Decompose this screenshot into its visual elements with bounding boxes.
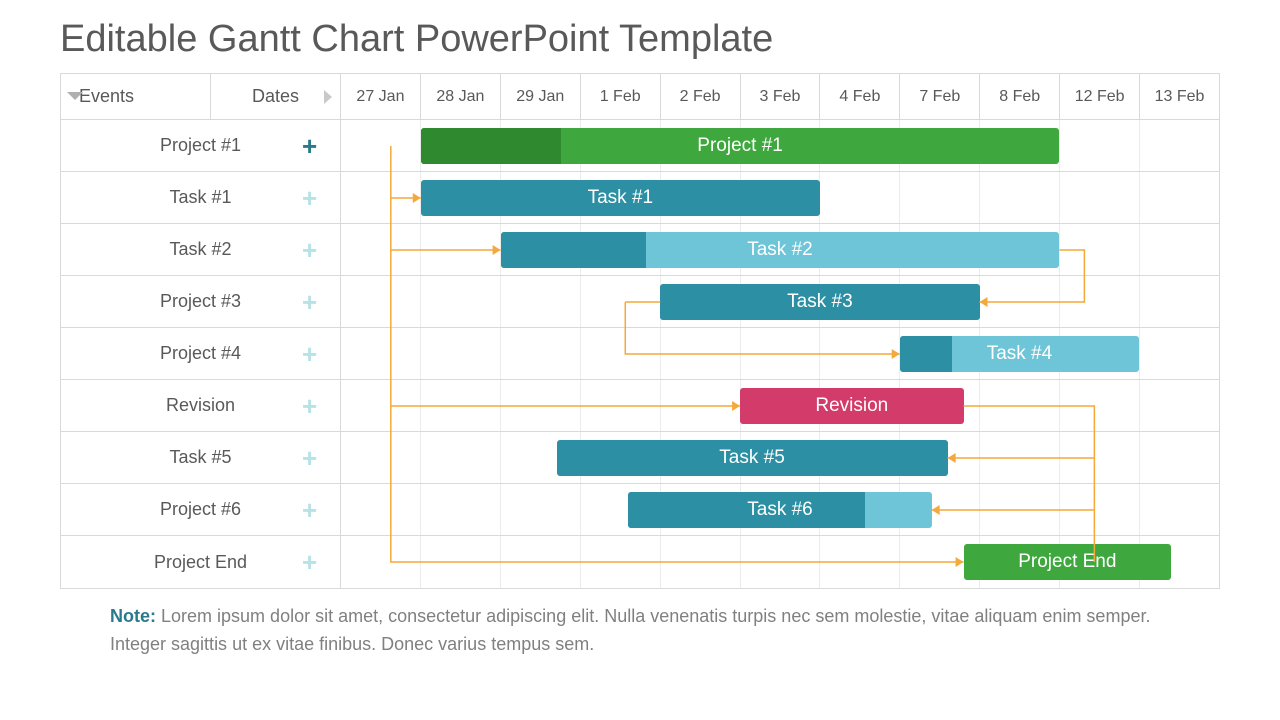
header-col-6: 4 Feb xyxy=(820,74,900,119)
gantt-header: Events Dates 27 Jan28 Jan29 Jan1 Feb2 Fe… xyxy=(61,74,1219,120)
bar-label: Task #5 xyxy=(719,447,784,469)
bar-label: Revision xyxy=(815,395,888,417)
row-label: Project #6+ xyxy=(61,484,341,535)
expand-icon[interactable]: + xyxy=(302,497,330,523)
expand-icon[interactable]: + xyxy=(302,237,330,263)
row-track: Project End xyxy=(341,536,1219,588)
row-name: Project End xyxy=(61,552,340,573)
expand-icon[interactable]: + xyxy=(302,341,330,367)
footer-note: Note: Lorem ipsum dolor sit amet, consec… xyxy=(110,603,1210,659)
gantt-bar[interactable]: Task #5 xyxy=(557,440,948,476)
row-label: Project #4+ xyxy=(61,328,341,379)
row-label: Project #3+ xyxy=(61,276,341,327)
gantt-frame: Events Dates 27 Jan28 Jan29 Jan1 Feb2 Fe… xyxy=(60,73,1220,589)
expand-icon[interactable]: + xyxy=(302,289,330,315)
row-name: Project #3 xyxy=(61,291,340,312)
gantt-bar[interactable]: Project End xyxy=(964,544,1172,580)
gantt-row: Project #1+Project #1 xyxy=(61,120,1219,172)
row-track: Task #1 xyxy=(341,172,1219,223)
gantt-row: Project #3+ Task #3 xyxy=(61,276,1219,328)
row-track: Task #6 xyxy=(341,484,1219,535)
row-name: Project #1 xyxy=(61,135,340,156)
row-label: Task #2+ xyxy=(61,224,341,275)
row-name: Task #5 xyxy=(61,447,340,468)
bar-label: Task #1 xyxy=(588,187,653,209)
gantt-row: Project #6+ Task #6 xyxy=(61,484,1219,536)
gantt-row: Project #4+ Task #4 xyxy=(61,328,1219,380)
row-name: Task #2 xyxy=(61,239,340,260)
header-col-7: 7 Feb xyxy=(900,74,980,119)
header-events[interactable]: Events xyxy=(61,74,211,119)
page-title: Editable Gantt Chart PowerPoint Template xyxy=(60,18,1220,61)
header-col-5: 3 Feb xyxy=(741,74,821,119)
row-label: Task #1+ xyxy=(61,172,341,223)
header-col-4: 2 Feb xyxy=(661,74,741,119)
gantt-bar[interactable]: Task #2 xyxy=(501,232,1060,268)
gantt-row: Task #1+Task #1 xyxy=(61,172,1219,224)
gantt-bar[interactable]: Task #4 xyxy=(900,336,1139,372)
gantt-bar[interactable]: Project #1 xyxy=(421,128,1060,164)
row-label: Project End+ xyxy=(61,536,341,588)
expand-icon[interactable]: + xyxy=(302,133,330,159)
header-events-label: Events xyxy=(79,86,134,107)
row-track: Task #4 xyxy=(341,328,1219,379)
header-col-9: 12 Feb xyxy=(1060,74,1140,119)
row-track: Task #5 xyxy=(341,432,1219,483)
bar-label: Project #1 xyxy=(697,135,783,157)
gantt-bar[interactable]: Revision xyxy=(740,388,963,424)
header-dates[interactable]: Dates xyxy=(211,74,341,119)
row-label: Revision+ xyxy=(61,380,341,431)
row-name: Task #1 xyxy=(61,187,340,208)
bar-label: Project End xyxy=(1018,551,1116,573)
bar-label: Task #4 xyxy=(987,343,1052,365)
note-label: Note: xyxy=(110,606,156,626)
expand-icon[interactable]: + xyxy=(302,185,330,211)
row-name: Project #4 xyxy=(61,343,340,364)
gantt-row: Project End+Project End xyxy=(61,536,1219,588)
header-col-1: 28 Jan xyxy=(421,74,501,119)
gantt-bar[interactable]: Task #6 xyxy=(628,492,931,528)
header-col-0: 27 Jan xyxy=(341,74,421,119)
header-col-10: 13 Feb xyxy=(1140,74,1219,119)
gantt-row: Task #2+Task #2 xyxy=(61,224,1219,276)
header-dates-label: Dates xyxy=(252,86,299,107)
header-col-3: 1 Feb xyxy=(581,74,661,119)
header-col-8: 8 Feb xyxy=(980,74,1060,119)
bar-label: Task #2 xyxy=(747,239,812,261)
gantt-row: Task #5+Task #5 xyxy=(61,432,1219,484)
gantt-bar[interactable]: Task #1 xyxy=(421,180,820,216)
row-track: Project #1 xyxy=(341,120,1219,171)
note-text: Lorem ipsum dolor sit amet, consectetur … xyxy=(110,606,1150,654)
expand-icon[interactable]: + xyxy=(302,445,330,471)
row-track: Revision xyxy=(341,380,1219,431)
expand-icon[interactable]: + xyxy=(302,393,330,419)
expand-icon[interactable]: + xyxy=(302,549,330,575)
gantt-row: Revision+Revision xyxy=(61,380,1219,432)
row-track: Task #3 xyxy=(341,276,1219,327)
row-label: Project #1+ xyxy=(61,120,341,171)
row-name: Revision xyxy=(61,395,340,416)
row-name: Project #6 xyxy=(61,499,340,520)
bar-label: Task #3 xyxy=(787,291,852,313)
gantt-bar[interactable]: Task #3 xyxy=(660,284,979,320)
header-col-2: 29 Jan xyxy=(501,74,581,119)
row-label: Task #5+ xyxy=(61,432,341,483)
row-track: Task #2 xyxy=(341,224,1219,275)
bar-label: Task #6 xyxy=(747,499,812,521)
